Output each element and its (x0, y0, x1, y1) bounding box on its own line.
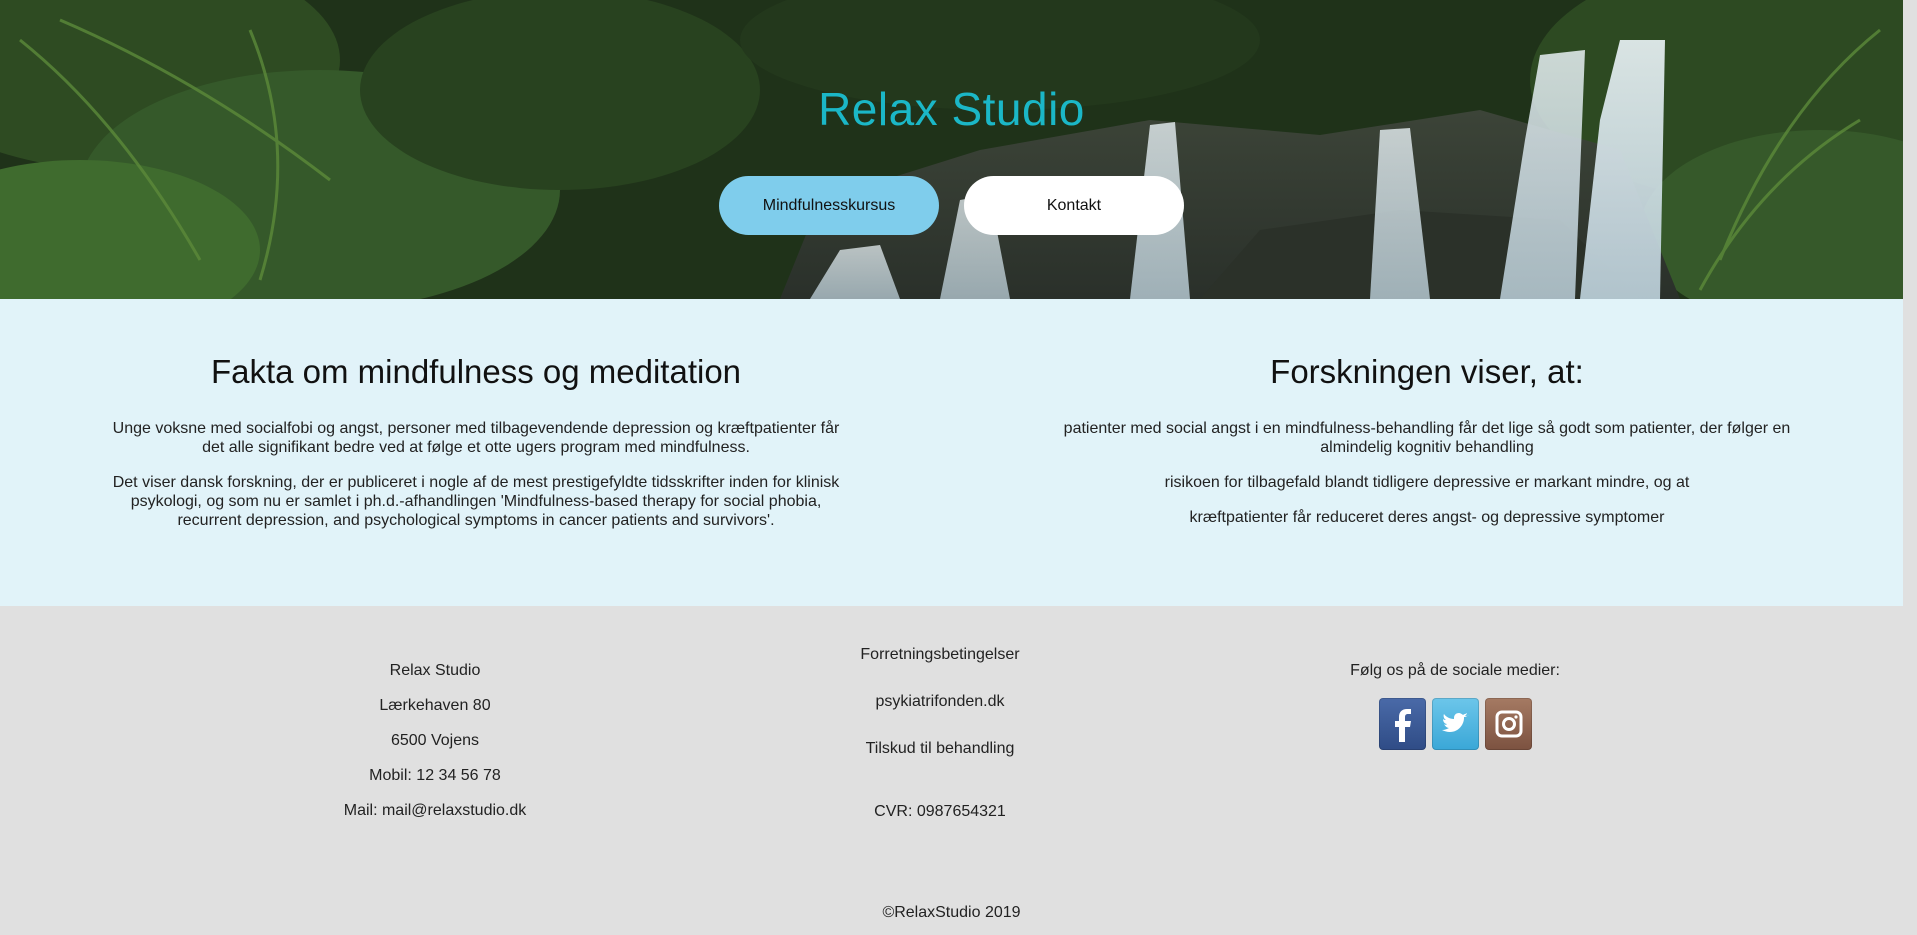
waterfall-jungle-image (0, 0, 1903, 299)
research-heading: Forskningen viser, at: (1270, 353, 1584, 390)
terms-link[interactable]: Forretningsbetingelser (790, 646, 1090, 693)
instagram-icon[interactable] (1484, 698, 1532, 750)
email-address[interactable]: Mail: mail@relaxstudio.dk (300, 802, 570, 837)
grant-link[interactable]: Tilskud til behandling (790, 740, 1090, 787)
social-heading: Følg os på de sociale medier: (1350, 662, 1560, 679)
main-nav: Mindfulnesskursus Kontakt (0, 176, 1903, 235)
facts-paragraph: Unge voksne med socialfobi og angst, per… (112, 420, 840, 456)
city-address: 6500 Vojens (390, 732, 480, 749)
facts-paragraph: Det viser dansk forskning, der er public… (112, 474, 840, 529)
facebook-icon[interactable] (1378, 698, 1426, 750)
site-title: Relax Studio (818, 83, 1085, 135)
twitter-icon[interactable] (1431, 698, 1479, 750)
company-name: Relax Studio (389, 662, 481, 679)
footer: Relax Studio Lærkehaven 80 6500 Vojens M… (0, 606, 1903, 935)
phone-number: Mobil: 12 34 56 78 (369, 767, 501, 784)
research-point: kræftpatienter får reduceret deres angst… (1189, 509, 1665, 526)
copyright: ©RelaxStudio 2019 (882, 904, 1021, 921)
facts-section: Fakta om mindfulness og meditation Unge … (0, 299, 1903, 606)
social-block: Følg os på de sociale medier: (1300, 662, 1610, 750)
contact-button[interactable]: Kontakt (964, 176, 1184, 235)
research-point: patienter med social angst i en mindfuln… (1063, 420, 1791, 456)
facts-heading: Fakta om mindfulness og meditation (210, 353, 742, 390)
facts-column: Fakta om mindfulness og meditation Unge … (100, 299, 852, 546)
mindfulness-course-button[interactable]: Mindfulnesskursus (719, 176, 939, 235)
hero-banner: Relax Studio Mindfulnesskursus Kontakt (0, 0, 1903, 299)
psykiatrifonden-link[interactable]: psykiatrifonden.dk (790, 693, 1090, 740)
street-address: Lærkehaven 80 (379, 697, 491, 714)
social-icons (1300, 698, 1610, 750)
research-point: risikoen for tilbagefald blandt tidliger… (1164, 474, 1690, 491)
address-block: Relax Studio Lærkehaven 80 6500 Vojens M… (300, 662, 570, 837)
research-column: Forskningen viser, at: patienter med soc… (1045, 299, 1809, 543)
page: Relax Studio Mindfulnesskursus Kontakt F… (0, 0, 1903, 935)
links-block: Forretningsbetingelser psykiatrifonden.d… (790, 646, 1090, 850)
cvr-number: CVR: 0987654321 (874, 803, 1006, 820)
